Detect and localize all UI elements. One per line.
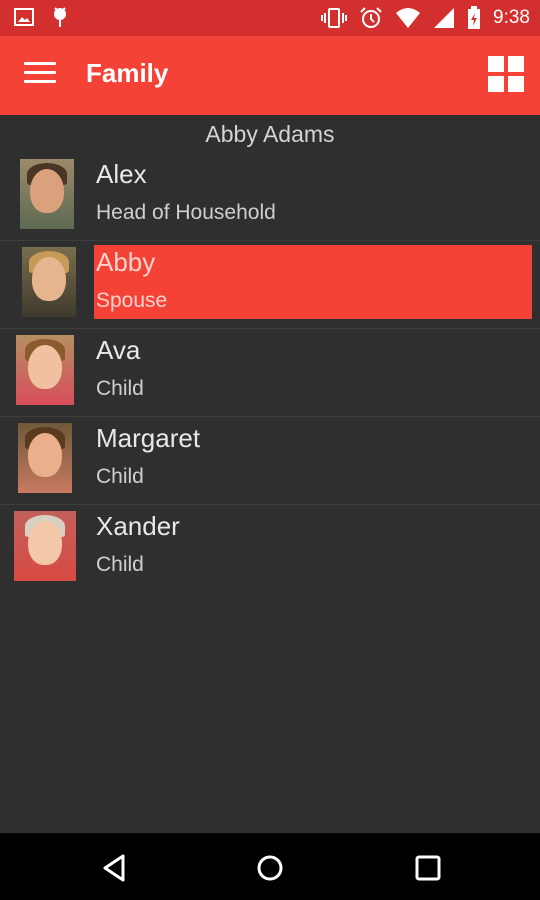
grid-view-icon[interactable]: [488, 56, 524, 92]
member-role: Child: [96, 377, 144, 400]
signal-icon: [434, 8, 455, 28]
list-item[interactable]: Xander Child: [0, 505, 540, 592]
member-name: Alex: [96, 159, 147, 189]
list-item[interactable]: Ava Child: [0, 329, 540, 417]
page-title: Family: [86, 58, 169, 88]
list-item[interactable]: Abby Spouse: [0, 241, 540, 329]
home-icon[interactable]: [253, 851, 287, 885]
woman-portrait-avatar: [22, 247, 76, 317]
navigation-bar: [0, 833, 540, 900]
list-item[interactable]: Alex Head of Household: [0, 153, 540, 241]
member-role: Child: [96, 553, 144, 576]
member-name: Ava: [96, 335, 141, 365]
battery-icon: [468, 6, 481, 29]
boy-portrait-avatar: [14, 511, 76, 581]
member-role: Spouse: [96, 289, 168, 312]
image-notification-icon: [14, 8, 34, 26]
member-name: Abby: [96, 247, 156, 277]
list-header: Abby Adams: [205, 121, 335, 147]
member-name: Xander: [96, 511, 180, 541]
android-debug-icon: [54, 7, 66, 27]
member-role: Child: [96, 465, 144, 488]
member-name: Margaret: [96, 423, 201, 453]
back-icon[interactable]: [97, 851, 131, 885]
recents-icon[interactable]: [411, 851, 445, 885]
vibrate-icon: [321, 8, 348, 28]
family-list: Alex Head of Household Abby Spouse Ava C…: [0, 153, 540, 592]
app-bar: Family: [0, 36, 540, 115]
girl-portrait-avatar: [18, 423, 72, 493]
wifi-icon: [396, 8, 421, 28]
list-item[interactable]: Margaret Child: [0, 417, 540, 505]
member-role: Head of Household: [96, 201, 276, 224]
girl-portrait-avatar: [16, 335, 74, 405]
man-portrait-avatar: [20, 159, 74, 229]
status-bar: 9:38: [0, 0, 540, 36]
status-time: 9:38: [493, 7, 530, 28]
alarm-icon: [360, 7, 382, 28]
menu-icon[interactable]: [24, 62, 56, 88]
